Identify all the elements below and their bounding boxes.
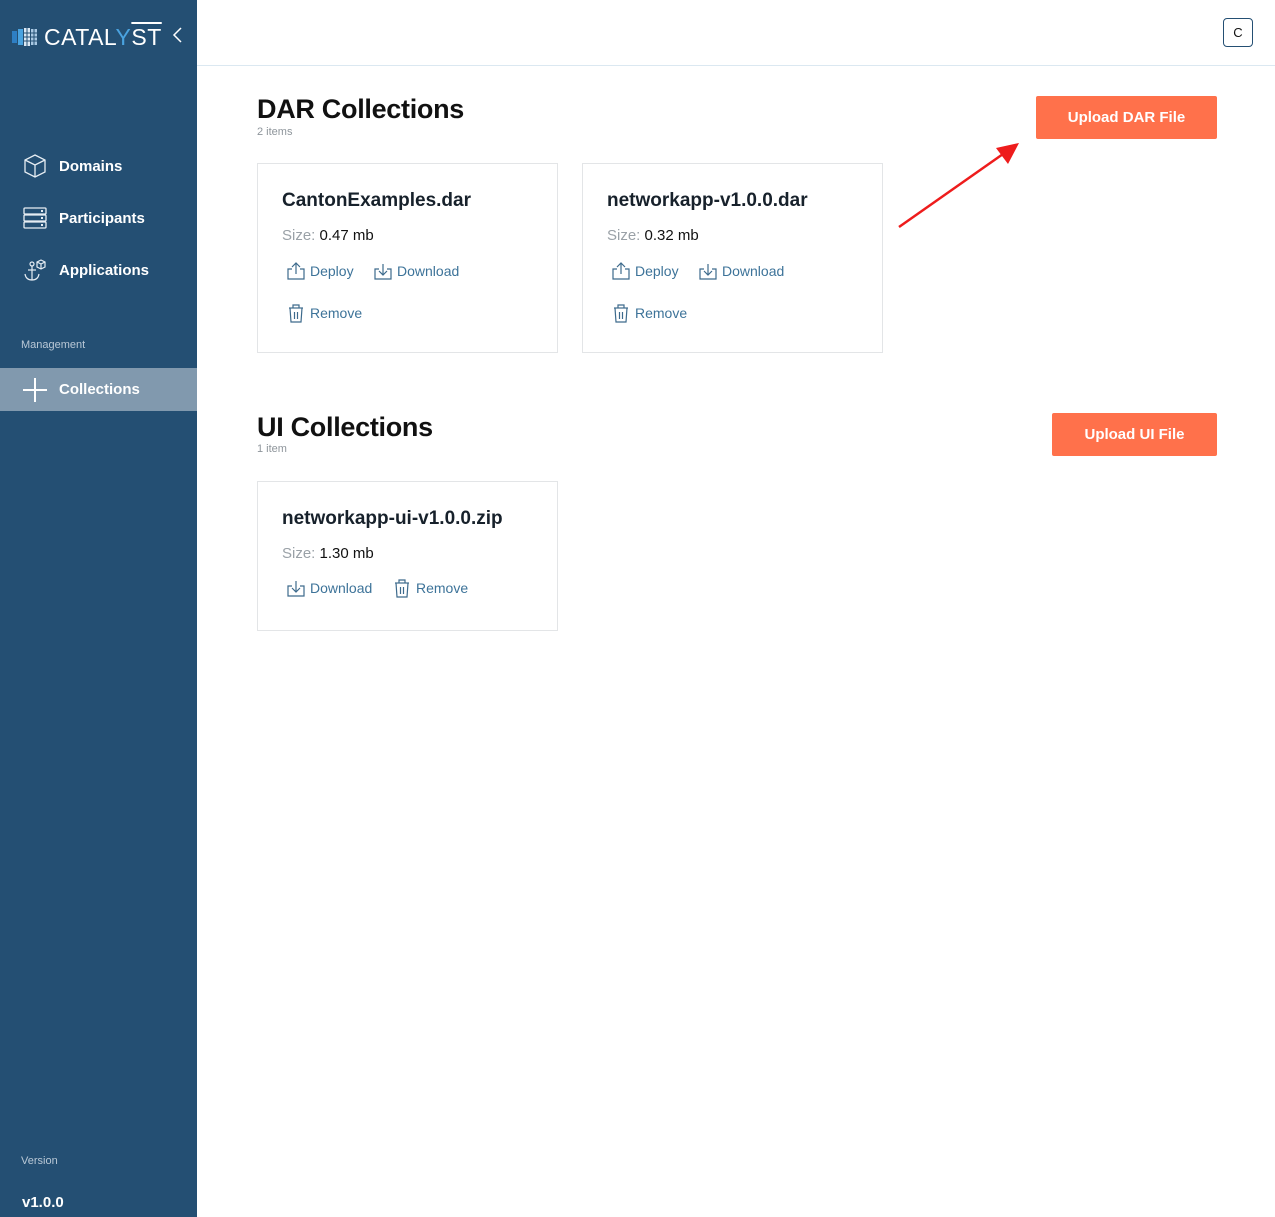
upload-icon <box>611 261 631 281</box>
dar-card: CantonExamples.dar Size: 0.47 mb Deploy … <box>257 163 558 353</box>
file-name: networkapp-v1.0.0.dar <box>607 190 808 211</box>
sidebar-item-applications[interactable]: Applications <box>0 244 197 296</box>
brand-name: CATALYST <box>44 23 162 50</box>
sidebar-item-label: Collections <box>59 381 140 398</box>
sidebar-item-collections[interactable]: Collections <box>0 368 197 411</box>
remove-button[interactable]: Remove <box>286 303 362 323</box>
remove-button[interactable]: Remove <box>611 303 687 323</box>
version-label: Version <box>21 1155 58 1167</box>
sidebar-nav: Domains Participants Applications <box>0 140 197 296</box>
catalyst-logo-icon <box>12 28 37 46</box>
remove-button[interactable]: Remove <box>392 578 468 598</box>
cube-icon <box>22 153 48 179</box>
ui-card: networkapp-ui-v1.0.0.zip Size: 1.30 mb D… <box>257 481 558 631</box>
download-button[interactable]: Download <box>698 261 784 281</box>
trash-icon <box>286 303 306 323</box>
sidebar-item-domains[interactable]: Domains <box>0 140 197 192</box>
download-icon <box>698 261 718 281</box>
deploy-button[interactable]: Deploy <box>286 261 354 281</box>
plus-icon <box>22 377 48 403</box>
file-name: networkapp-ui-v1.0.0.zip <box>282 508 503 529</box>
deploy-button[interactable]: Deploy <box>611 261 679 281</box>
sidebar-item-label: Domains <box>59 157 123 175</box>
top-header: C <box>197 0 1275 66</box>
brand-logo[interactable]: CATALYST <box>12 22 162 52</box>
dar-card: networkapp-v1.0.0.dar Size: 0.32 mb Depl… <box>582 163 883 353</box>
download-button[interactable]: Download <box>373 261 459 281</box>
ui-collections-title: UI Collections <box>257 412 433 442</box>
sidebar-section-management: Management <box>21 339 86 351</box>
download-icon <box>286 578 306 598</box>
download-button[interactable]: Download <box>286 578 372 598</box>
file-size: Size: 1.30 mb <box>282 545 374 562</box>
dar-collections-count: 2 items <box>257 126 293 138</box>
upload-icon <box>286 261 306 281</box>
sidebar-item-label: Participants <box>59 209 145 227</box>
upload-dar-file-button[interactable]: Upload DAR File <box>1036 96 1217 139</box>
file-name: CantonExamples.dar <box>282 190 471 211</box>
upload-ui-file-button[interactable]: Upload UI File <box>1052 413 1217 456</box>
server-stack-icon <box>22 205 48 231</box>
trash-icon <box>611 303 631 323</box>
sidebar-item-participants[interactable]: Participants <box>0 192 197 244</box>
chevron-left-icon <box>172 27 182 43</box>
ui-collections-count: 1 item <box>257 443 287 455</box>
anchor-package-icon <box>22 257 48 283</box>
file-size: Size: 0.32 mb <box>607 227 699 244</box>
user-avatar-button[interactable]: C <box>1223 18 1253 47</box>
file-size: Size: 0.47 mb <box>282 227 374 244</box>
annotation-arrow <box>898 143 1019 229</box>
app-root: CATALYST Domains Participants Applicatio… <box>0 0 1275 1217</box>
dar-collections-title: DAR Collections <box>257 94 465 124</box>
version-value: v1.0.0 <box>22 1194 64 1211</box>
sidebar: CATALYST Domains Participants Applicatio… <box>0 0 197 1217</box>
download-icon <box>373 261 393 281</box>
trash-icon <box>392 578 412 598</box>
sidebar-collapse-button[interactable] <box>168 22 188 48</box>
sidebar-item-label: Applications <box>59 261 150 279</box>
